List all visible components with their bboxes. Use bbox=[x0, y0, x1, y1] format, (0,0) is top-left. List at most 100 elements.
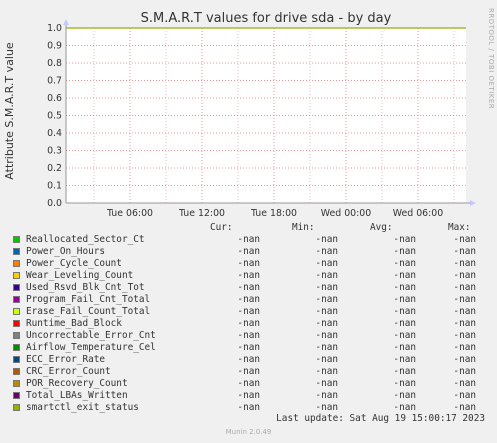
legend-row: CRC_Error_Count -nan -nan -nan -nan bbox=[10, 366, 485, 378]
y-tick-label: 0.7 bbox=[47, 76, 62, 87]
legend-series-name: CRC_Error_Count bbox=[26, 366, 111, 377]
legend-series-name: Erase_Fail_Count_Total bbox=[26, 306, 151, 317]
legend-value-cur: -nan bbox=[237, 330, 260, 341]
legend-value-min: -nan bbox=[315, 318, 338, 329]
legend-value-max: -nan bbox=[453, 366, 476, 377]
y-tick-label: 1.0 bbox=[47, 23, 62, 34]
legend-swatch bbox=[13, 260, 20, 267]
legend-value-avg: -nan bbox=[393, 234, 416, 245]
legend-series-name: Reallocated_Sector_Ct bbox=[26, 234, 145, 245]
legend-value-cur: -nan bbox=[237, 390, 260, 401]
legend-value-cur: -nan bbox=[237, 366, 260, 377]
legend-row: Total_LBAs_Written -nan -nan -nan -nan bbox=[10, 390, 485, 402]
legend-value-max: -nan bbox=[453, 294, 476, 305]
y-tick-label: 0.0 bbox=[47, 198, 62, 209]
legend-value-avg: -nan bbox=[393, 294, 416, 305]
y-tick-label: 0.3 bbox=[47, 146, 62, 157]
x-tick-label: Wed 06:00 bbox=[393, 208, 443, 219]
legend-series-name: Power_On_Hours bbox=[26, 246, 106, 257]
legend-swatch bbox=[13, 368, 20, 375]
legend-value-min: -nan bbox=[315, 282, 338, 293]
legend-value-max: -nan bbox=[453, 378, 476, 389]
legend-swatch bbox=[13, 356, 20, 363]
x-tick-label: Tue 12:00 bbox=[178, 208, 225, 219]
legend-value-min: -nan bbox=[315, 354, 338, 365]
legend-value-max: -nan bbox=[453, 318, 476, 329]
legend-value-max: -nan bbox=[453, 258, 476, 269]
y-axis-arrow bbox=[63, 19, 69, 25]
legend-series-name: ECC_Error_Rate bbox=[26, 354, 106, 365]
legend-swatch bbox=[13, 404, 20, 411]
legend-swatch bbox=[13, 344, 20, 351]
legend-value-max: -nan bbox=[453, 270, 476, 281]
legend-value-max: -nan bbox=[453, 282, 476, 293]
x-tick-label: Wed 00:00 bbox=[321, 208, 371, 219]
legend-row: Power_On_Hours -nan -nan -nan -nan bbox=[10, 246, 485, 258]
legend-row: Airflow_Temperature_Cel -nan -nan -nan -nan bbox=[10, 342, 485, 354]
legend-value-cur: -nan bbox=[237, 270, 260, 281]
legend-row: Power_Cycle_Count -nan -nan -nan -nan bbox=[10, 258, 485, 270]
legend-row: Runtime_Bad_Block -nan -nan -nan -nan bbox=[10, 318, 485, 330]
last-update: Last update: Sat Aug 19 15:00:17 2023 bbox=[276, 413, 485, 424]
legend-swatch bbox=[13, 272, 20, 279]
chart-plot: Tue 06:00 Tue 12:00 Tue 18:00 Wed 00:00 Wed … bbox=[47, 19, 476, 219]
y-tick-label: 0.5 bbox=[47, 111, 62, 122]
legend-series-name: Used_Rsvd_Blk_Cnt_Tot bbox=[26, 282, 145, 293]
legend-value-cur: -nan bbox=[237, 354, 260, 365]
legend-series-name: Program_Fail_Cnt_Total bbox=[26, 294, 151, 305]
legend-value-avg: -nan bbox=[393, 306, 416, 317]
legend-row: ECC_Error_Rate -nan -nan -nan -nan bbox=[10, 354, 485, 366]
legend-value-avg: -nan bbox=[393, 354, 416, 365]
y-tick-label: 0.2 bbox=[47, 163, 62, 174]
legend-value-min: -nan bbox=[315, 234, 338, 245]
legend-series-name: smartctl_exit_status bbox=[26, 402, 139, 413]
legend-row: Wear_Leveling_Count -nan -nan -nan -nan bbox=[10, 270, 485, 282]
legend-value-cur: -nan bbox=[237, 402, 260, 413]
legend-value-min: -nan bbox=[315, 342, 338, 353]
legend-value-max: -nan bbox=[453, 354, 476, 365]
legend-header-avg: Avg: bbox=[370, 222, 393, 233]
x-tick-label: Tue 06:00 bbox=[106, 208, 153, 219]
legend-row: Program_Fail_Cnt_Total -nan -nan -nan -nan bbox=[10, 294, 485, 306]
legend-value-max: -nan bbox=[453, 234, 476, 245]
legend-value-avg: -nan bbox=[393, 246, 416, 257]
legend-value-min: -nan bbox=[315, 378, 338, 389]
legend-value-cur: -nan bbox=[237, 234, 260, 245]
legend-value-cur: -nan bbox=[237, 246, 260, 257]
legend-series-name: Power_Cycle_Count bbox=[26, 258, 122, 269]
legend-value-min: -nan bbox=[315, 270, 338, 281]
legend-value-cur: -nan bbox=[237, 318, 260, 329]
legend-row: Used_Rsvd_Blk_Cnt_Tot -nan -nan -nan -nan bbox=[10, 282, 485, 294]
legend-swatch bbox=[13, 308, 20, 315]
legend-value-min: -nan bbox=[315, 402, 338, 413]
legend-value-avg: -nan bbox=[393, 270, 416, 281]
legend-swatch bbox=[13, 380, 20, 387]
legend-value-cur: -nan bbox=[237, 342, 260, 353]
legend-swatch bbox=[13, 248, 20, 255]
legend-value-min: -nan bbox=[315, 294, 338, 305]
legend-value-cur: -nan bbox=[237, 306, 260, 317]
legend-header-max: Max: bbox=[448, 222, 471, 233]
legend-swatch bbox=[13, 320, 20, 327]
x-tick-label: Tue 18:00 bbox=[250, 208, 297, 219]
legend-value-avg: -nan bbox=[393, 258, 416, 269]
legend-swatch bbox=[13, 296, 20, 303]
legend-value-max: -nan bbox=[453, 402, 476, 413]
legend-series-name: Uncorrectable_Error_Cnt bbox=[26, 330, 156, 341]
legend-row: Reallocated_Sector_Ct -nan -nan -nan -nan bbox=[10, 234, 485, 246]
y-tick-label: 0.9 bbox=[47, 41, 62, 52]
y-tick-label: 0.8 bbox=[47, 58, 62, 69]
legend-value-min: -nan bbox=[315, 330, 338, 341]
legend-value-avg: -nan bbox=[393, 390, 416, 401]
legend-row: POR_Recovery_Count -nan -nan -nan -nan bbox=[10, 378, 485, 390]
legend-value-min: -nan bbox=[315, 366, 338, 377]
legend-series-name: Runtime_Bad_Block bbox=[26, 318, 122, 329]
legend-series-name: Wear_Leveling_Count bbox=[26, 270, 134, 281]
legend-header-min: Min: bbox=[292, 222, 315, 233]
legend-value-cur: -nan bbox=[237, 294, 260, 305]
legend-swatch bbox=[13, 332, 20, 339]
y-tick-label: 0.4 bbox=[47, 128, 62, 139]
legend-swatch bbox=[13, 236, 20, 243]
legend-row: Uncorrectable_Error_Cnt -nan -nan -nan -nan bbox=[10, 330, 485, 342]
legend-series-name: Total_LBAs_Written bbox=[26, 390, 128, 401]
